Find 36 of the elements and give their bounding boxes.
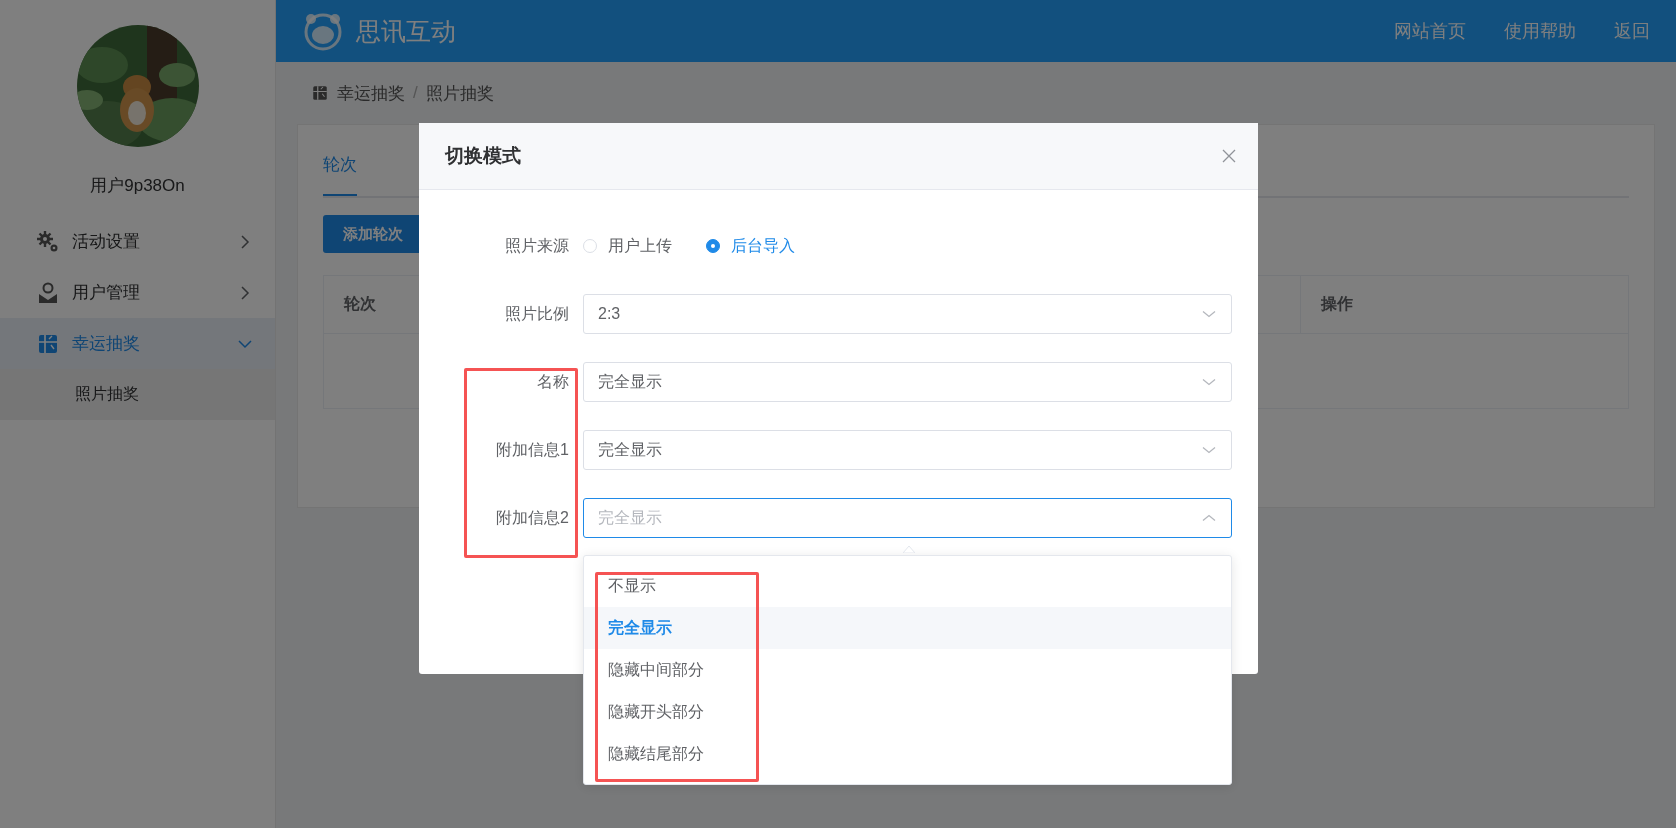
dropdown-option[interactable]: 完全显示 — [584, 607, 1231, 649]
dropdown-option[interactable]: 隐藏开头部分 — [584, 691, 1231, 733]
gift-icon — [311, 84, 329, 102]
user-name: 用户9p38On — [90, 175, 185, 197]
close-icon[interactable] — [1222, 149, 1236, 163]
gears-icon — [36, 229, 60, 254]
select-field[interactable]: 2:3 — [583, 294, 1232, 334]
select-field[interactable]: 完全显示 — [583, 362, 1232, 402]
field-label: 附加信息2 — [495, 507, 569, 528]
dialog-title: 切换模式 — [445, 144, 522, 168]
menu-item[interactable]: 幸运抽奖 — [0, 318, 275, 369]
breadcrumb-item: 照片抽奖 — [425, 82, 494, 105]
field-label: 照片来源 — [504, 235, 569, 256]
app-title: 思讯互动 — [356, 15, 457, 47]
tab[interactable]: 轮次 — [323, 153, 357, 196]
dropdown-pointer-icon — [903, 545, 915, 553]
field-label: 名称 — [536, 371, 569, 392]
nav-link[interactable]: 使用帮助 — [1504, 19, 1576, 43]
menu-item[interactable]: 活动设置 — [0, 216, 275, 267]
user-icon — [36, 280, 60, 305]
nav-link[interactable]: 返回 — [1614, 19, 1650, 43]
dropdown-option[interactable]: 不显示 — [584, 565, 1231, 607]
select-field[interactable]: 完全显示 — [583, 498, 1232, 538]
breadcrumb-item[interactable]: 幸运抽奖 — [337, 81, 405, 105]
nav-link[interactable]: 网站首页 — [1394, 19, 1466, 43]
dropdown-option[interactable]: 隐藏结尾部分 — [584, 733, 1231, 775]
breadcrumb-separator: / — [413, 83, 418, 103]
field-label: 照片比例 — [504, 303, 569, 324]
field-label: 附加信息1 — [495, 439, 569, 460]
column-header: 操作 — [1300, 276, 1628, 334]
dropdown-option[interactable]: 隐藏中间部分 — [584, 649, 1231, 691]
menu-item[interactable]: 用户管理 — [0, 267, 275, 318]
submenu-item[interactable]: 照片抽奖 — [0, 369, 275, 420]
radio-option[interactable]: 用户上传 — [583, 235, 672, 257]
select-field[interactable]: 完全显示 — [583, 430, 1232, 470]
radio-option[interactable]: 后台导入 — [706, 235, 795, 257]
